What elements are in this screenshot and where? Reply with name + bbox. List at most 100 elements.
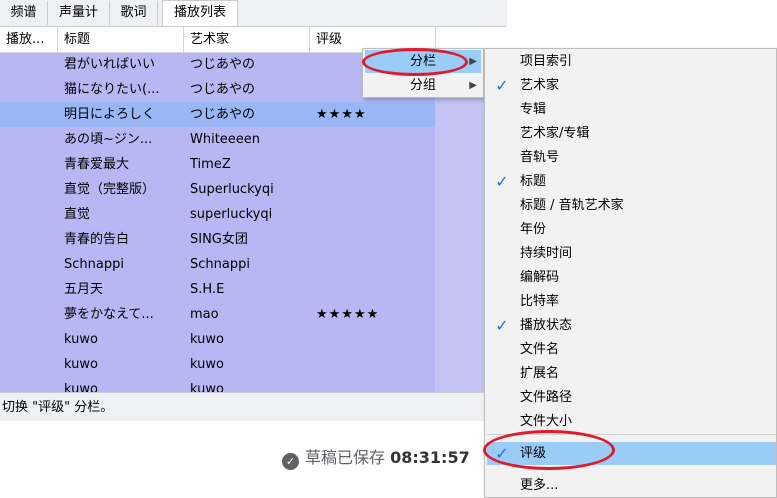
menu-item-column-label: 文件路径	[520, 390, 573, 405]
menu-item-column[interactable]: 比特率	[487, 290, 776, 313]
cell-title: Schnappi	[64, 257, 124, 272]
status-bar: 切换 "评级" 分栏。	[0, 392, 507, 421]
menu-item-column[interactable]: ✓ 标题	[487, 170, 776, 193]
menu-separator	[487, 434, 776, 435]
cell-rating	[316, 327, 426, 352]
cell-title: 夢をかなえて...	[64, 307, 154, 322]
tab-lyrics[interactable]: 歌词	[110, 1, 158, 25]
menu-item-column[interactable]: 音轨号	[487, 146, 776, 169]
menu-item-columns[interactable]: 分栏 ▶	[365, 50, 481, 73]
menu-item-column-label: 更多...	[520, 478, 559, 493]
menu-item-column-label: 比特率	[520, 294, 560, 309]
table-row[interactable]: kuwo kuwo	[0, 377, 435, 392]
table-row[interactable]: kuwo kuwo	[0, 352, 435, 377]
column-header-play-state[interactable]: 播放...	[0, 27, 58, 52]
cell-rating	[316, 377, 426, 392]
table-row[interactable]: 直觉 superluckyqi	[0, 202, 435, 227]
cell-title: あの頃~ジン...	[64, 132, 153, 147]
menu-item-column-label: 标题 / 音轨艺术家	[520, 198, 624, 213]
menu-item-column-label: 编解码	[520, 270, 560, 285]
cell-rating	[316, 177, 426, 202]
cell-title: kuwo	[64, 332, 98, 347]
table-row[interactable]: kuwo kuwo	[0, 327, 435, 352]
cell-title: 直觉（完整版）	[64, 182, 156, 197]
draft-saved-label: 草稿已保存	[305, 448, 386, 467]
menu-item-column[interactable]: 标题 / 音轨艺术家	[487, 194, 776, 217]
checkmark-icon: ✓	[495, 316, 509, 335]
table-row[interactable]: 青春的告白 SING女团	[0, 227, 435, 252]
cell-title: 明日によろしく	[64, 107, 156, 122]
menu-item-column[interactable]: ✓ 艺术家	[487, 74, 776, 97]
cell-rating	[316, 127, 426, 152]
menu-item-column-label: 艺术家/专辑	[520, 126, 590, 141]
checkmark-icon: ✓	[495, 444, 509, 463]
menu-item-column-label: 音轨号	[520, 150, 560, 165]
cell-rating: ★★★★	[316, 107, 367, 122]
menu-item-column-label: 项目索引	[520, 54, 573, 69]
menu-item-column-label: 文件名	[520, 342, 560, 357]
tab-playlist[interactable]: 播放列表	[162, 0, 238, 26]
menu-item-column[interactable]: 文件名	[487, 338, 776, 361]
cell-title: 直觉	[64, 207, 91, 222]
menu-item-column[interactable]: 年份	[487, 218, 776, 241]
menu-item-column-label: 评级	[520, 446, 547, 461]
column-header-artist[interactable]: 艺术家	[184, 27, 310, 52]
submenu-arrow-icon: ▶	[469, 56, 477, 67]
cell-artist: つじあやの	[190, 57, 256, 72]
menu-item-column[interactable]: 持续时间	[487, 242, 776, 265]
menu-item-column-label: 文件大小	[520, 414, 573, 429]
menu-item-column[interactable]: ✓ 播放状态	[487, 314, 776, 337]
menu-item-column[interactable]: 文件路径	[487, 386, 776, 409]
menu-item-group-label: 分组	[409, 78, 436, 93]
cell-rating	[316, 152, 426, 177]
cell-artist: kuwo	[190, 357, 224, 372]
menu-item-column-label: 播放状态	[520, 318, 573, 333]
cell-artist: kuwo	[190, 332, 224, 347]
checkmark-icon: ✓	[495, 172, 509, 191]
menu-item-group[interactable]: 分组 ▶	[365, 74, 481, 97]
table-row[interactable]: 直觉（完整版） Superluckyqi	[0, 177, 435, 202]
cell-artist: superluckyqi	[190, 207, 273, 222]
table-row[interactable]: 青春爱最大 TimeZ	[0, 152, 435, 177]
check-circle-icon: ✓	[282, 453, 299, 470]
menu-item-column-label: 标题	[520, 174, 547, 189]
menu-item-column-label: 扩展名	[520, 366, 560, 381]
cell-artist: S.H.E	[190, 282, 225, 297]
cell-title: 青春的告白	[64, 232, 130, 247]
cell-artist: TimeZ	[190, 157, 231, 172]
draft-saved-time: 08:31:57	[390, 448, 470, 467]
cell-rating	[316, 202, 426, 227]
cell-title: kuwo	[64, 382, 98, 392]
cell-rating	[316, 227, 426, 252]
table-row[interactable]: あの頃~ジン... Whiteeeen	[0, 127, 435, 152]
menu-item-column[interactable]: 文件大小	[487, 410, 776, 433]
tab-spectrum[interactable]: 频谱	[0, 1, 48, 25]
checkmark-icon: ✓	[495, 76, 509, 95]
cell-rating	[316, 352, 426, 377]
context-menu: 分栏 ▶ 分组 ▶	[362, 48, 484, 98]
cell-rating	[316, 277, 426, 302]
cell-rating	[316, 252, 426, 277]
table-row[interactable]: 明日によろしく つじあやの ★★★★	[0, 102, 435, 127]
menu-item-column[interactable]: ✓ 评级	[487, 442, 776, 465]
draft-saved-indicator: ✓ 草稿已保存 08:31:57	[282, 446, 470, 470]
menu-item-column[interactable]: 专辑	[487, 98, 776, 121]
view-tabs: 频谱 声量计 歌词 播放列表	[0, 0, 507, 27]
columns-submenu: 项目索引 ✓ 艺术家专辑艺术家/专辑 音轨号 ✓ 标题标题 / 音轨艺术家 年份持续时间编解…	[484, 48, 777, 498]
tab-volume-meter[interactable]: 声量计	[48, 1, 110, 25]
cell-title: 君がいればいい	[64, 57, 156, 72]
menu-item-column[interactable]: 艺术家/专辑	[487, 122, 776, 145]
menu-item-column[interactable]: 编解码	[487, 266, 776, 289]
menu-item-column[interactable]: 扩展名	[487, 362, 776, 385]
menu-item-column-label: 专辑	[520, 102, 547, 117]
menu-item-column[interactable]: 项目索引	[487, 50, 776, 73]
cell-artist: つじあやの	[190, 107, 256, 122]
table-row[interactable]: 夢をかなえて... mao ★★★★★	[0, 302, 435, 327]
cell-artist: Superluckyqi	[190, 182, 274, 197]
column-header-title[interactable]: 标题	[58, 27, 184, 52]
table-row[interactable]: 五月天 S.H.E	[0, 277, 435, 302]
cell-artist: mao	[190, 307, 219, 322]
menu-item-column-label: 年份	[520, 222, 547, 237]
menu-item-column[interactable]: 更多...	[487, 474, 776, 497]
table-row[interactable]: Schnappi Schnappi	[0, 252, 435, 277]
